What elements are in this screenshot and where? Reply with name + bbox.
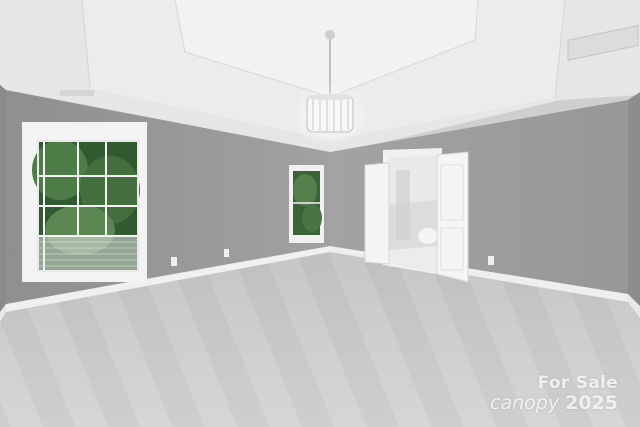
watermark-year: 2025 — [565, 392, 618, 414]
large-window — [22, 122, 147, 282]
bathroom-doorway — [364, 148, 469, 283]
watermark: For Sale canopy 2025 — [490, 375, 618, 413]
watermark-brand-line: canopy 2025 — [490, 394, 618, 413]
outlet — [171, 257, 177, 266]
outlet — [224, 249, 229, 257]
watermark-brand: canopy — [490, 392, 560, 414]
ceiling-vent-small — [60, 90, 94, 96]
room-illustration — [0, 0, 640, 427]
small-window — [289, 165, 324, 243]
door-left — [364, 162, 390, 265]
watermark-for-sale: For Sale — [537, 373, 618, 393]
room-photo: For Sale canopy 2025 — [0, 0, 640, 427]
outlet — [488, 256, 494, 265]
